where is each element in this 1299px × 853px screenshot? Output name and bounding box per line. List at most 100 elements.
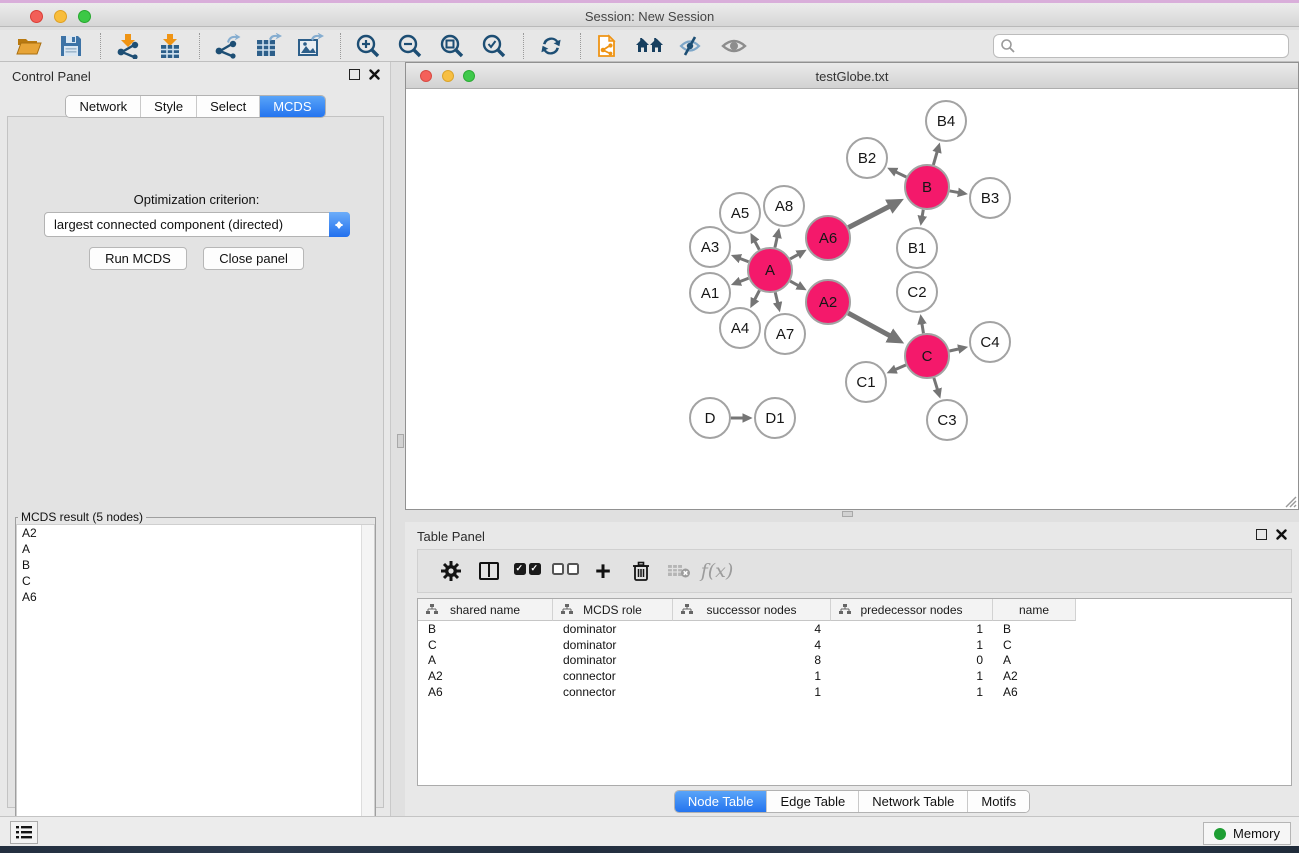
graph-node-B2[interactable]: B2	[847, 138, 887, 178]
graph-node-A7[interactable]: A7	[765, 314, 805, 354]
result-item[interactable]: A2	[17, 525, 374, 541]
graph-edge-A-A4[interactable]	[752, 290, 759, 304]
graph-node-B[interactable]: B	[905, 165, 949, 209]
import-table-button[interactable]	[153, 32, 187, 60]
graph-node-B3[interactable]: B3	[970, 178, 1010, 218]
show-columns-button[interactable]	[470, 553, 508, 589]
result-item[interactable]: C	[17, 573, 374, 589]
task-history-button[interactable]	[10, 821, 38, 844]
refresh-layout-button[interactable]	[534, 32, 568, 60]
graph-edge-A-A8[interactable]	[775, 232, 778, 248]
table-row[interactable]: Cdominator41C	[418, 637, 1291, 653]
tab-select[interactable]: Select	[196, 96, 259, 117]
graph-edge-C-C2[interactable]	[921, 318, 923, 333]
result-item[interactable]: A6	[17, 589, 374, 605]
delete-table-button[interactable]	[660, 553, 698, 589]
select-all-button[interactable]	[508, 553, 546, 589]
graph-node-A[interactable]: A	[748, 248, 792, 292]
add-column-button[interactable]: +	[584, 553, 622, 589]
table-row[interactable]: A6connector11A6	[418, 684, 1291, 700]
mcds-result-list[interactable]: A2ABCA6	[16, 524, 375, 851]
graph-node-A5[interactable]: A5	[720, 193, 760, 233]
network-window-titlebar[interactable]: testGlobe.txt	[406, 63, 1298, 89]
network-canvas[interactable]: B4 B2 B B3 A8A5 A6 A3 B1 A A1 C2 A2 A4A7 C4 C C1 D D1 C3	[406, 89, 1298, 509]
open-file-button[interactable]	[12, 32, 46, 60]
graph-node-C3[interactable]: C3	[927, 400, 967, 440]
houses-button[interactable]	[633, 32, 667, 60]
zoom-fit-button[interactable]	[435, 32, 469, 60]
show-panels-button[interactable]	[717, 32, 751, 60]
graph-node-D[interactable]: D	[690, 398, 730, 438]
tab-mcds[interactable]: MCDS	[259, 96, 324, 117]
zoom-in-button[interactable]	[351, 32, 385, 60]
tab-node-table[interactable]: Node Table	[675, 791, 767, 812]
table-row[interactable]: A2connector11A2	[418, 668, 1291, 684]
graph-edge-A-A3[interactable]	[735, 257, 749, 262]
graph-edge-B-B1[interactable]	[921, 210, 923, 222]
delete-columns-button[interactable]	[622, 553, 660, 589]
tab-network-table[interactable]: Network Table	[858, 791, 967, 812]
result-scrollbar[interactable]	[361, 525, 374, 850]
tab-style[interactable]: Style	[140, 96, 196, 117]
import-network-button[interactable]	[111, 32, 145, 60]
graph-edge-A2-C[interactable]	[848, 313, 898, 340]
result-item[interactable]: A	[17, 541, 374, 557]
zoom-out-button[interactable]	[393, 32, 427, 60]
graph-node-A3[interactable]: A3	[690, 227, 730, 267]
graph-node-B4[interactable]: B4	[926, 101, 966, 141]
graph-edge-A-A1[interactable]	[735, 278, 749, 283]
graph-node-A6[interactable]: A6	[806, 216, 850, 260]
graph-edge-B-B4[interactable]	[933, 147, 938, 165]
tab-edge-table[interactable]: Edge Table	[766, 791, 858, 812]
graph-edge-C-C3[interactable]	[934, 378, 939, 395]
resize-grip-icon[interactable]	[1283, 494, 1297, 508]
column-header-name[interactable]: name	[993, 599, 1076, 621]
graph-edge-A-A2[interactable]	[790, 281, 803, 288]
graph-edge-B-B3[interactable]	[950, 191, 964, 193]
graph-node-C4[interactable]: C4	[970, 322, 1010, 362]
graph-node-A4[interactable]: A4	[720, 308, 760, 348]
result-item[interactable]: B	[17, 557, 374, 573]
graph-node-A2[interactable]: A2	[806, 280, 850, 324]
graph-node-D1[interactable]: D1	[755, 398, 795, 438]
float-table-panel-icon[interactable]	[1256, 529, 1267, 540]
criterion-dropdown[interactable]: largest connected component (directed)	[44, 212, 350, 237]
graph-node-A1[interactable]: A1	[690, 273, 730, 313]
network-document-button[interactable]	[591, 32, 625, 60]
export-image-button[interactable]	[294, 32, 328, 60]
deselect-all-button[interactable]	[546, 553, 584, 589]
graph-edge-A-A5[interactable]	[752, 237, 759, 250]
column-header-shared-name[interactable]: shared name	[418, 599, 553, 621]
graph-edge-A-A7[interactable]	[775, 292, 779, 308]
tab-network[interactable]: Network	[66, 96, 140, 117]
graph-node-C2[interactable]: C2	[897, 272, 937, 312]
export-table-button[interactable]	[252, 32, 286, 60]
network-horizontal-scrollbar[interactable]	[842, 511, 853, 517]
network-vertical-scrollbar[interactable]	[397, 434, 404, 448]
graph-node-B1[interactable]: B1	[897, 228, 937, 268]
hide-panels-button[interactable]	[675, 32, 709, 60]
column-header-predecessor-nodes[interactable]: predecessor nodes	[831, 599, 993, 621]
search-field[interactable]	[993, 34, 1289, 58]
graph-node-A8[interactable]: A8	[764, 186, 804, 226]
function-builder-button[interactable]: f(x)	[698, 553, 736, 589]
search-input[interactable]	[1016, 36, 1288, 56]
run-mcds-button[interactable]: Run MCDS	[89, 247, 187, 270]
graph-node-C1[interactable]: C1	[846, 362, 886, 402]
close-panel-button[interactable]: Close panel	[203, 247, 304, 270]
close-table-panel-icon[interactable]	[1276, 529, 1287, 540]
save-session-button[interactable]	[54, 32, 88, 60]
close-panel-icon[interactable]	[369, 69, 380, 80]
graph-edge-A-A6[interactable]	[790, 252, 803, 259]
graph-edge-C-C4[interactable]	[949, 348, 964, 351]
table-mode-button[interactable]	[432, 553, 470, 589]
float-panel-icon[interactable]	[349, 69, 360, 80]
export-network-button[interactable]	[210, 32, 244, 60]
tab-motifs[interactable]: Motifs	[967, 791, 1029, 812]
graph-edge-A6-B[interactable]	[848, 202, 897, 227]
memory-button[interactable]: Memory	[1203, 822, 1291, 845]
column-header-mcds-role[interactable]: MCDS role	[553, 599, 673, 621]
graph-node-C[interactable]: C	[905, 334, 949, 378]
column-header-successor-nodes[interactable]: successor nodes	[673, 599, 831, 621]
graph-edge-B-B2[interactable]	[891, 170, 906, 177]
